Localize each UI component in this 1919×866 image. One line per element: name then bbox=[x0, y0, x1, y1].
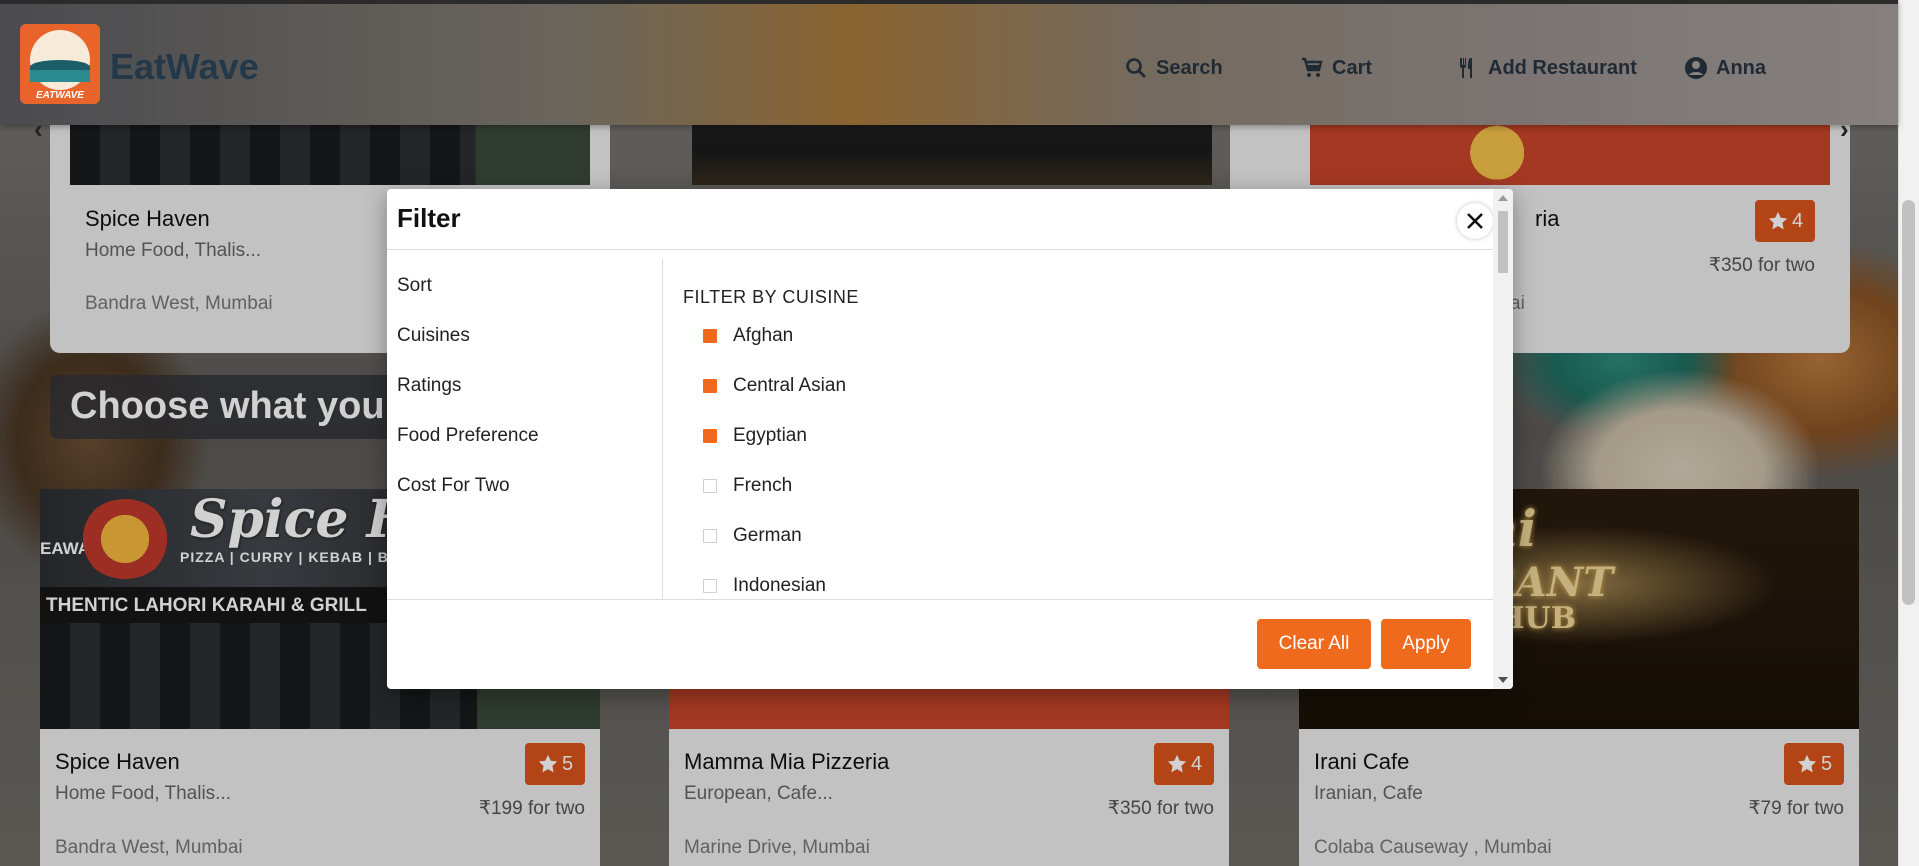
nav-cart-label: Cart bbox=[1332, 56, 1373, 79]
checkbox[interactable] bbox=[703, 329, 717, 343]
modal-scrollbar[interactable] bbox=[1493, 189, 1513, 689]
cuisine-option[interactable]: German bbox=[703, 523, 802, 549]
sidebar-divider bbox=[662, 259, 663, 599]
modal-scroll-thumb[interactable] bbox=[1498, 211, 1508, 273]
page-scrollbar[interactable] bbox=[1898, 0, 1919, 866]
modal-header-divider bbox=[387, 249, 1493, 250]
filter-heading: FILTER BY CUISINE bbox=[683, 287, 859, 307]
filter-tab-cost-for-two[interactable]: Cost For Two bbox=[397, 475, 510, 497]
nav-cart[interactable]: Cart bbox=[1300, 54, 1372, 82]
checkbox[interactable] bbox=[703, 529, 717, 543]
brand-name[interactable]: EatWave bbox=[110, 46, 259, 88]
close-button[interactable] bbox=[1457, 203, 1493, 239]
logo-text: EATWAVE bbox=[36, 90, 84, 101]
cuisine-option[interactable]: Egyptian bbox=[703, 423, 807, 449]
user-avatar-icon bbox=[1685, 57, 1707, 79]
filter-tab-sort[interactable]: Sort bbox=[397, 275, 432, 297]
checkbox[interactable] bbox=[703, 379, 717, 393]
apply-button[interactable]: Apply bbox=[1381, 619, 1471, 669]
modal-footer-divider bbox=[387, 599, 1493, 600]
cuisine-label: German bbox=[733, 525, 802, 546]
cuisine-label: Afghan bbox=[733, 325, 794, 346]
cuisine-option[interactable]: French bbox=[703, 473, 792, 499]
cuisine-option[interactable]: Afghan bbox=[703, 323, 793, 349]
nav-user-label: Anna bbox=[1716, 56, 1766, 79]
nav-add-restaurant[interactable]: Add Restaurant bbox=[1456, 54, 1637, 82]
eatwave-logo[interactable]: EATWAVE bbox=[20, 24, 100, 104]
carousel-prev-icon[interactable]: ‹ bbox=[34, 114, 43, 145]
top-navbar: EATWAVE EatWave Search Cart Add Restaura… bbox=[0, 0, 1898, 125]
close-icon bbox=[1467, 213, 1483, 229]
restaurant-icon bbox=[1460, 58, 1472, 78]
carousel-next-icon[interactable]: › bbox=[1840, 114, 1849, 145]
nav-add-restaurant-label: Add Restaurant bbox=[1488, 56, 1637, 79]
cuisine-label: Central Asian bbox=[733, 375, 847, 396]
nav-search[interactable]: Search bbox=[1124, 54, 1223, 82]
checkbox[interactable] bbox=[703, 479, 717, 493]
filter-tab-cuisines[interactable]: Cuisines bbox=[397, 325, 470, 347]
nav-user[interactable]: Anna bbox=[1684, 54, 1766, 82]
checkbox[interactable] bbox=[703, 429, 717, 443]
filter-tab-food-preference[interactable]: Food Preference bbox=[397, 425, 539, 447]
filter-modal: Filter Sort Cuisines Ratings Food Prefer… bbox=[387, 189, 1513, 689]
nav-search-label: Search bbox=[1156, 56, 1223, 79]
cuisine-option[interactable]: Indonesian bbox=[703, 573, 826, 599]
scroll-down-icon[interactable] bbox=[1498, 677, 1508, 683]
clear-all-button[interactable]: Clear All bbox=[1257, 619, 1371, 669]
cuisine-label: Indonesian bbox=[733, 575, 826, 596]
cuisine-label: French bbox=[733, 475, 793, 496]
cuisine-label: Egyptian bbox=[733, 425, 807, 446]
scroll-up-icon[interactable] bbox=[1498, 195, 1508, 201]
cart-icon bbox=[1302, 57, 1323, 77]
page-scroll-thumb[interactable] bbox=[1902, 200, 1915, 605]
filter-tab-ratings[interactable]: Ratings bbox=[397, 375, 461, 397]
checkbox[interactable] bbox=[703, 579, 717, 593]
modal-title: Filter bbox=[397, 203, 461, 233]
search-icon bbox=[1126, 58, 1146, 78]
cuisine-option[interactable]: Central Asian bbox=[703, 373, 846, 399]
